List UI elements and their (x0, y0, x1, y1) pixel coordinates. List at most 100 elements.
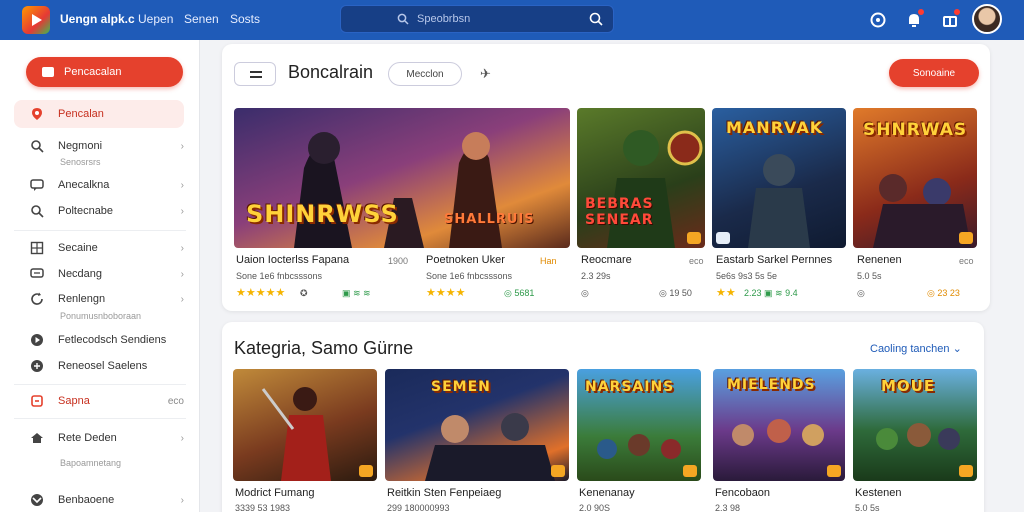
chevron-right-icon: › (180, 268, 184, 280)
game-card[interactable]: MANRVAK Eastarb Sarkel Pernnes 5e6s 9s3 … (712, 108, 846, 303)
menu-toggle-button[interactable] (234, 62, 276, 86)
see-all-link[interactable]: Caoling tanchen ⌄ (870, 342, 962, 355)
game-card[interactable]: MOUE Kestenen 5.0 5s (853, 369, 977, 512)
sidebar-item-label: Negmoni (58, 140, 103, 152)
search-bar[interactable]: Speobrbsn (340, 5, 614, 33)
game-thumbnail: MANRVAK (712, 108, 846, 248)
sidebar-item-rete-deden[interactable]: Rete Deden › (14, 424, 184, 452)
sidebar-item-meta: eco (167, 395, 184, 407)
game-stat: 2.23 ▣ ≋ 9.4 (744, 288, 798, 298)
game-name: Eastarb Sarkel Pernnes (716, 254, 833, 266)
sidebar-item-label: Poltecnabe (58, 205, 114, 217)
game-thumbnail: BEBRAS SENEAR (577, 108, 705, 248)
chat-icon (31, 360, 43, 372)
category-section: Kategria, Samo Gürne Caoling tanchen ⌄ M… (222, 322, 984, 512)
search-icon (397, 13, 409, 25)
game-meta: Han (540, 256, 557, 266)
sidebar-item-label: Reneosel Saelens (58, 360, 148, 372)
game-stat: ✪ (300, 288, 308, 298)
sidebar-primary-label: Pencacalan (64, 66, 122, 78)
game-thumbnail: MIELENDS (713, 369, 845, 481)
game-art-title: MANRVAK (726, 118, 824, 137)
game-badge (959, 232, 973, 244)
sidebar-item-negmoni[interactable]: Negmoni › (14, 132, 184, 160)
tag-icon (31, 395, 43, 407)
sidebar-item-label: Sapna (58, 395, 90, 407)
game-art-title: SHINRWSS (246, 200, 399, 228)
sidebar-item-label: Fetlecodsch Sendiens (58, 334, 167, 346)
sidebar-item-poltecnabe[interactable]: Poltecnabe › (14, 197, 184, 225)
game-name: Kestenen (855, 487, 902, 499)
chat-icon (30, 179, 44, 191)
sidebar-item-sub: Senosrsrs (60, 157, 101, 167)
game-thumbnail: SHNRWAS (853, 108, 977, 248)
notification-dot (918, 9, 924, 15)
nav-link-3[interactable]: Sosts (230, 12, 260, 26)
chevron-right-icon: › (180, 205, 184, 217)
chevron-down-icon: ⌄ (952, 343, 962, 355)
sidebar-item-renlengn[interactable]: Renlengn › (14, 285, 184, 313)
sidebar-item-sub: Ponumusnboboraan (60, 311, 142, 321)
menu-icon (250, 71, 262, 73)
app-logo[interactable] (22, 6, 50, 34)
sidebar-item-label: Renlengn (58, 293, 106, 305)
game-badge (551, 465, 565, 477)
compass-icon[interactable] (868, 10, 888, 30)
top-bar: Uengn alpk.c Uepen Senen Sosts Speobrbsn (0, 0, 1024, 40)
sidebar: Pencacalan Pencalan Negmoni › Senosrsrs … (0, 40, 200, 512)
nav-link-1[interactable]: Uepen (138, 12, 173, 26)
search-icon (31, 140, 44, 153)
game-card[interactable]: SHNRWAS Renenen eco 5.0 5s ◎ ◎ 23 23 (853, 108, 977, 303)
search-icon (31, 205, 44, 218)
sidebar-item-benbaoene[interactable]: Benbaoene › (14, 486, 184, 512)
game-sub: Sone 1e6 fnbcsssons (236, 271, 323, 281)
sidebar-item-fetlecodsch[interactable]: Fetlecodsch Sendiens (14, 326, 184, 354)
send-icon[interactable]: ✈ (480, 66, 491, 82)
sidebar-item-pencalan[interactable]: Pencalan (14, 100, 184, 128)
sidebar-item-anecalkna[interactable]: Anecalkna › (14, 171, 184, 199)
game-card[interactable]: NARSAINS Kenenanay 2.0 90S (577, 369, 701, 512)
sidebar-item-reneosel[interactable]: Reneosel Saelens (14, 352, 184, 380)
sidebar-primary-button[interactable]: Pencacalan (26, 57, 183, 87)
chevron-right-icon: › (180, 432, 184, 444)
avatar[interactable] (972, 4, 1002, 34)
game-sub: 3339 53 1983 (235, 503, 291, 512)
game-sub: 2.3 29s (581, 271, 611, 281)
game-card[interactable]: BEBRAS SENEAR Reocmare eco 2.3 29s ◎ ◎ 1… (577, 108, 705, 303)
filter-pill[interactable]: Mecclon (388, 62, 462, 86)
sidebar-item-sapna[interactable]: Sapna eco (14, 387, 184, 415)
game-name: Reocmare (581, 254, 632, 266)
chevron-right-icon: › (180, 140, 184, 152)
game-art-title: MIELENDS (727, 377, 816, 393)
sidebar-item-label: Pencalan (58, 108, 104, 120)
game-thumbnail (233, 369, 377, 481)
rating-stars: ★★ (716, 287, 736, 299)
game-art (261, 387, 331, 481)
sidebar-item-label: Benbaoene (58, 494, 115, 506)
game-name: Modrict Fumang (235, 487, 315, 499)
game-thumbnail: NARSAINS (577, 369, 701, 481)
game-meta: eco (689, 256, 704, 266)
user-icon (31, 494, 43, 506)
game-card[interactable]: Poetnoken Uker Han Sone 1e6 fnbcsssons ★… (426, 254, 570, 304)
game-name: Poetnoken Uker (426, 254, 505, 266)
sidebar-item-secaine[interactable]: Secaine › (14, 234, 184, 262)
game-meta: eco (959, 256, 974, 266)
search-submit-icon[interactable] (589, 12, 603, 26)
game-art-title: MOUE (881, 377, 936, 395)
sidebar-item-necdang[interactable]: Necdang › (14, 260, 184, 288)
home-icon (31, 433, 43, 443)
grid-icon (30, 241, 44, 255)
sidebar-item-sub: Bapoamnetang (60, 458, 122, 468)
game-card[interactable]: SEMEN Reitkin Sten Fenpeiaeg 299 1800009… (385, 369, 569, 512)
nav-link-2[interactable]: Senen (184, 12, 219, 26)
info-icon: ◎ (857, 288, 865, 298)
featured-action-button[interactable]: Sonoaine (889, 59, 979, 87)
chevron-right-icon: › (180, 179, 184, 191)
sidebar-divider (14, 418, 186, 419)
game-card[interactable]: MIELENDS Fencobaon 2.3 98 (713, 369, 845, 512)
game-card[interactable]: Modrict Fumang 3339 53 1983 (233, 369, 377, 512)
sidebar-item-label: Necdang (58, 268, 103, 280)
game-sub: 5e6s 9s3 5s 5e (716, 271, 778, 281)
search-placeholder: Speobrbsn (417, 13, 471, 25)
